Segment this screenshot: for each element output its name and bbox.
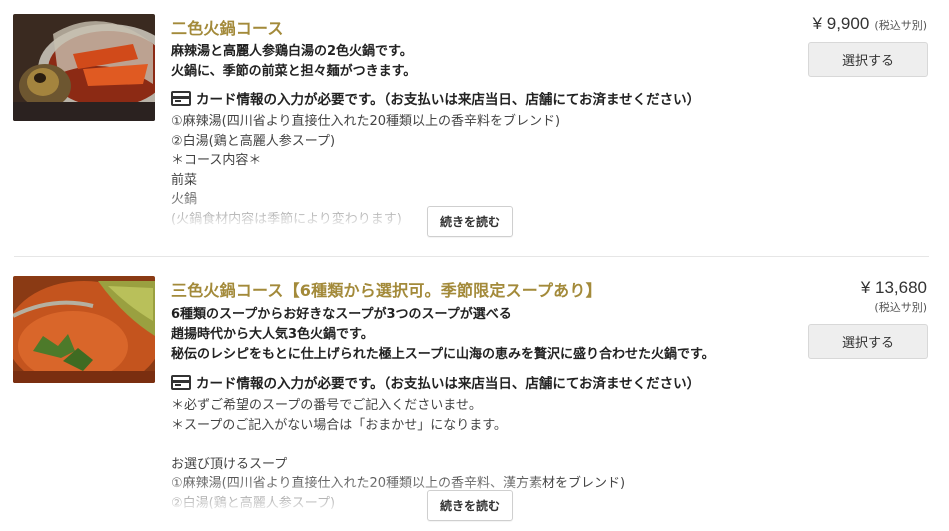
card-notice: カード情報の入力が必要です。（お支払いは来店当日、店舗にてお済ませください） (171, 372, 700, 392)
credit-card-icon (171, 374, 191, 390)
course-details: ＊必ずご希望のスープの番号でご記入くださいませ。 ＊スープのご記入がない場合は「… (171, 396, 625, 511)
course-price: ¥ 9,900 (税込サ別) (813, 14, 927, 34)
detail-line: ①麻辣湯(四川省より直接仕入れた20種類以上の香辛料をブレンド) (171, 114, 561, 129)
credit-card-icon (171, 90, 191, 106)
select-button[interactable]: 選択する (808, 324, 928, 359)
course-description: 6種類のスープからお好きなスープが3つのスープが選べる 趙揚時代から大人気3色火… (171, 307, 715, 362)
detail-line: ②白湯(鶏と高麗人参スープ) (171, 133, 336, 149)
course-image[interactable] (13, 14, 155, 121)
course-item: 二色火鍋コース 麻辣湯と高麗人参鶏白湯の2色火鍋です。 火鍋に、季節の前菜と担々… (0, 0, 949, 255)
read-more-button[interactable]: 続きを読む (427, 490, 513, 521)
detail-line: ①麻辣湯(四川省より直接仕入れた20種類以上の香辛料、漢方素材をブレンド) (171, 476, 626, 491)
detail-line: ＊必ずご希望のスープの番号でご記入くださいませ。 (171, 398, 482, 413)
select-button[interactable]: 選択する (808, 42, 928, 77)
course-image[interactable] (13, 276, 155, 383)
course-title: 二色火鍋コース (171, 19, 284, 38)
detail-line: ＊コース内容＊ (171, 153, 262, 168)
course-price: ¥ 13,680 (税込サ別) (861, 278, 927, 318)
course-title: 三色火鍋コース【6種類から選択可。季節限定スープあり】 (171, 281, 602, 300)
tax-note: (税込サ別) (874, 19, 927, 32)
detail-line (171, 435, 625, 455)
card-notice: カード情報の入力が必要です。（お支払いは来店当日、店舗にてお済ませください） (171, 88, 700, 108)
detail-line: 前菜 (171, 172, 198, 188)
read-more-button[interactable]: 続きを読む (427, 206, 513, 237)
price-amount: ¥ 9,900 (812, 14, 870, 33)
detail-line: ②白湯(鶏と高麗人参スープ) (171, 495, 336, 511)
course-description: 麻辣湯と高麗人参鶏白湯の2色火鍋です。 火鍋に、季節の前菜と担々麺がつきます。 (171, 44, 417, 79)
divider (14, 256, 929, 257)
price-amount: ¥ 13,680 (860, 278, 927, 297)
course-item: 三色火鍋コース【6種類から選択可。季節限定スープあり】 6種類のスープからお好き… (0, 258, 949, 531)
tax-note: (税込サ別) (874, 301, 927, 314)
detail-line: お選び頂けるスープ (171, 456, 288, 472)
detail-line: ＊スープのご記入がない場合は「おまかせ」になります。 (171, 417, 507, 433)
